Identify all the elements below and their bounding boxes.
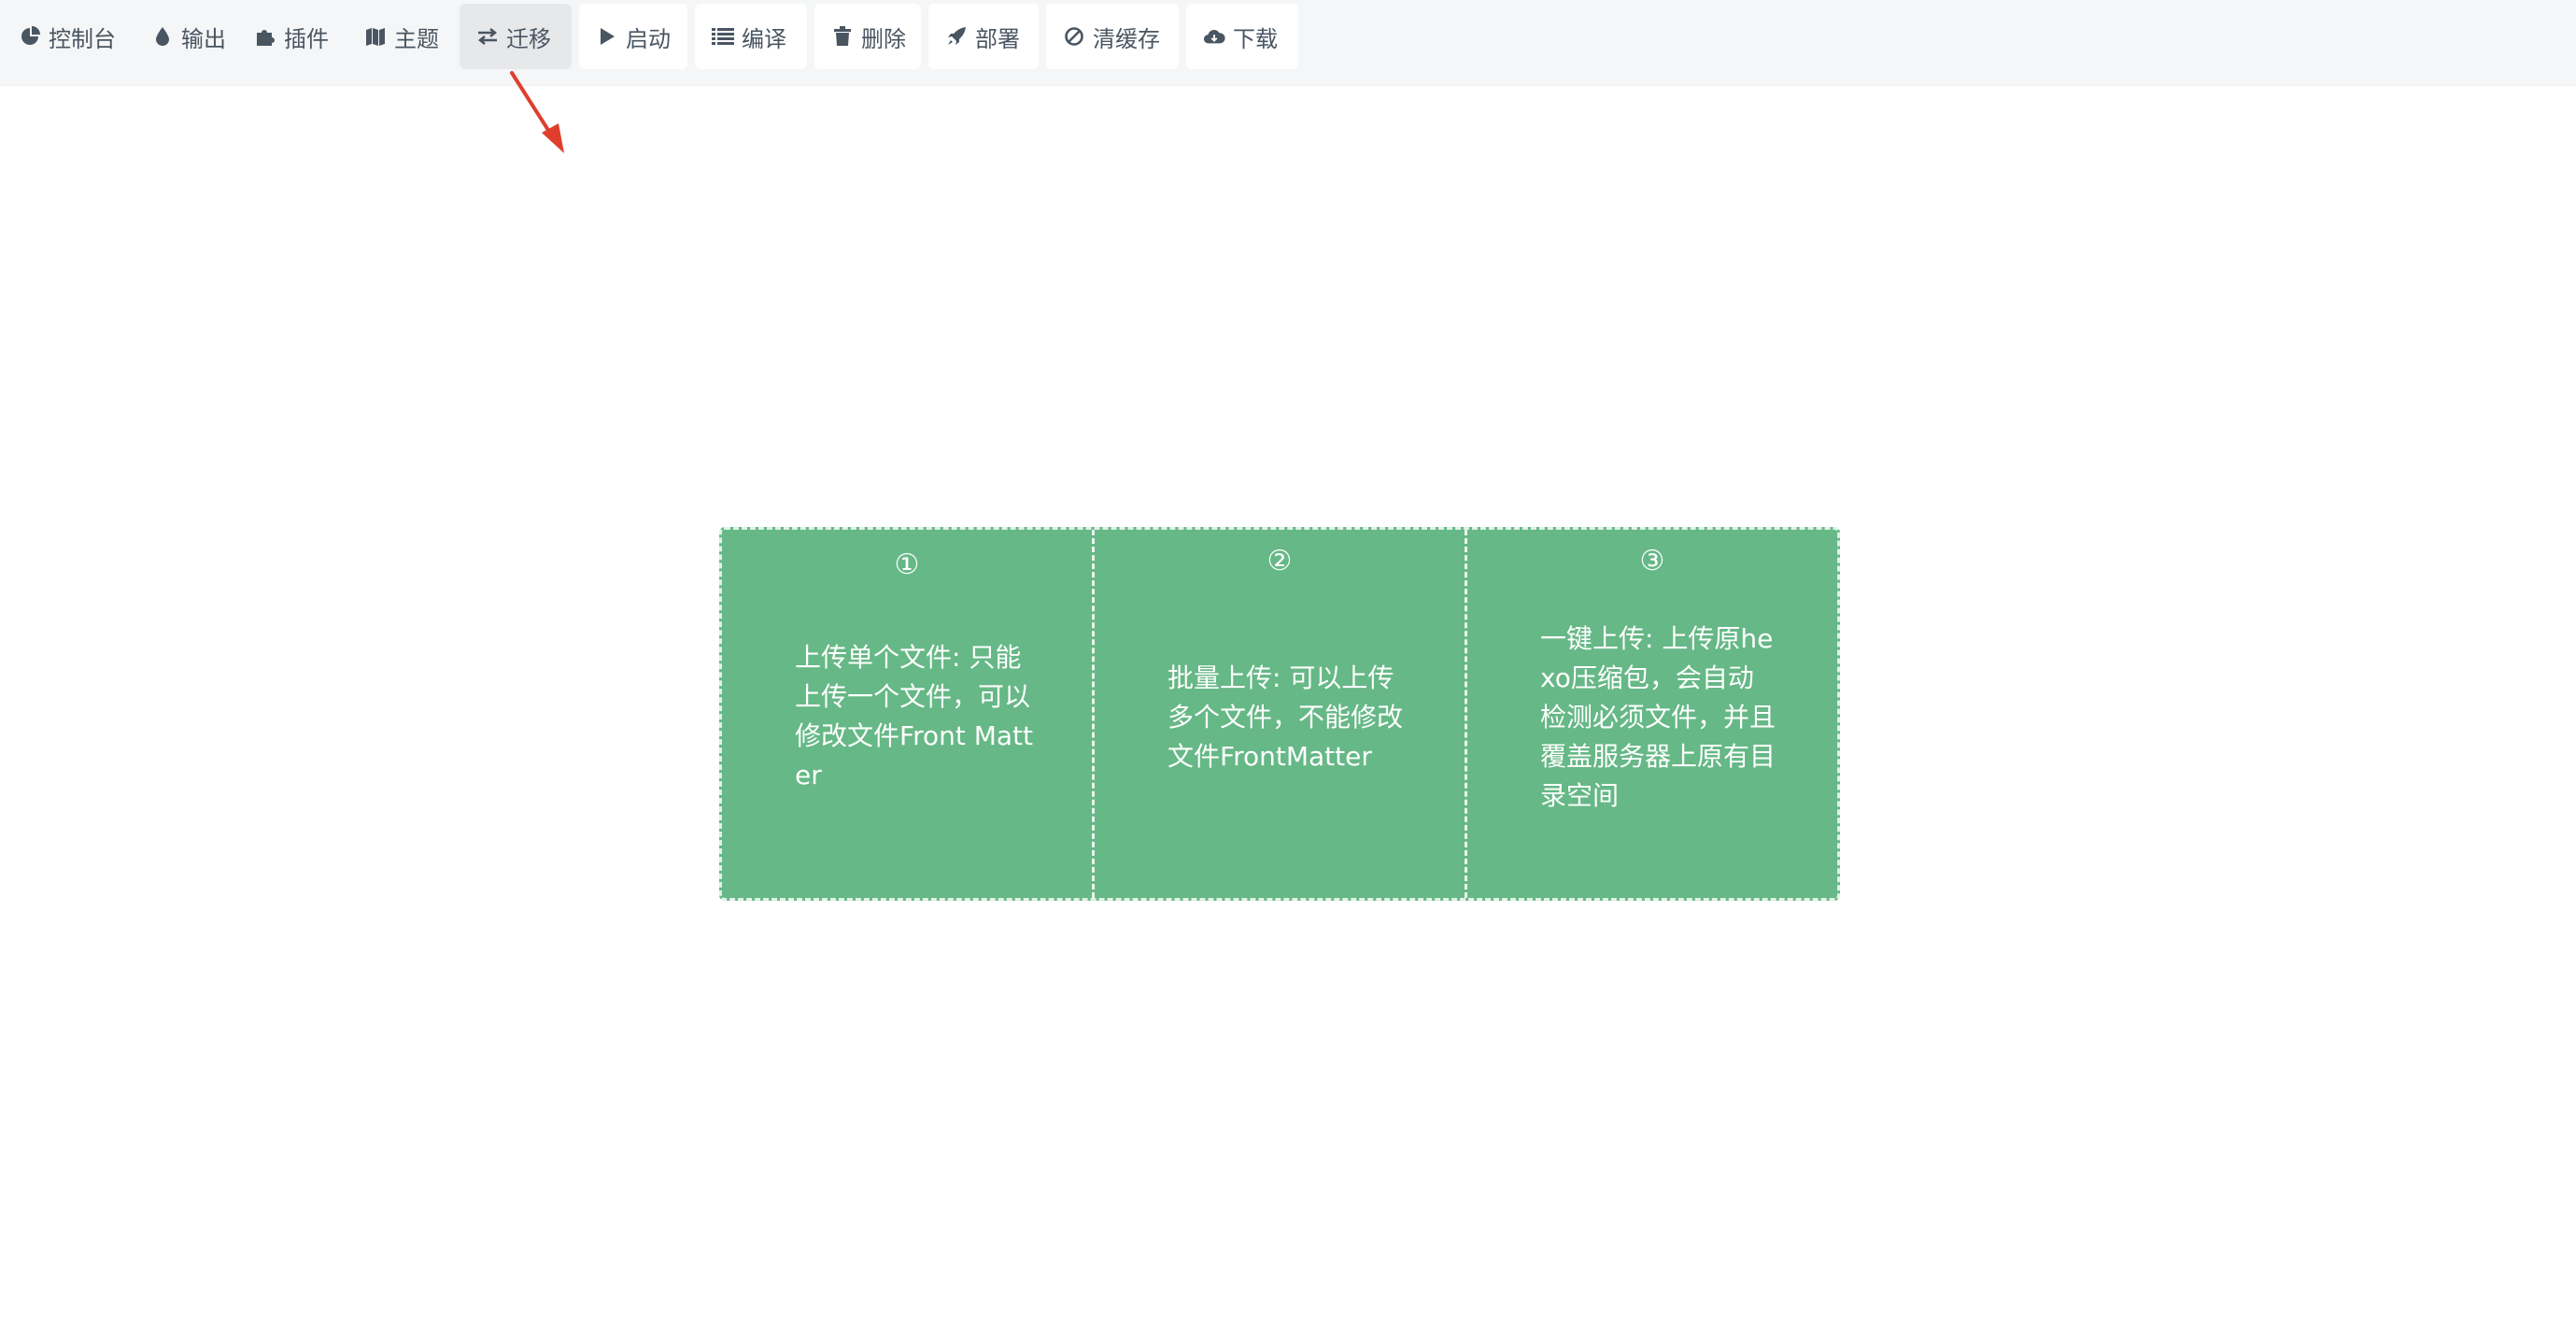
compile-button[interactable]: 编译 [695,4,807,69]
compile-label: 编译 [742,25,786,52]
migrate-label: 迁移 [506,25,551,52]
droplet-icon [151,25,174,48]
card-description: 批量上传: 可以上传多个文件，不能修改文件FrontMatter [1168,662,1404,772]
single-file-upload-card[interactable]: ① 上传单个文件: 只能上传一个文件，可以修改文件Front Matter [722,530,1092,898]
delete-button[interactable]: 删除 [814,4,921,69]
themes-button[interactable]: 主题 [347,4,445,69]
start-label: 启动 [626,25,671,52]
cloud-download-icon [1203,25,1225,48]
start-button[interactable]: 启动 [579,4,687,69]
annotation-arrow [510,71,564,153]
plugins-label: 插件 [284,25,329,52]
map-icon [364,25,387,48]
card-description: 一键上传: 上传原hexo压缩包，会自动检测必须文件，并且覆盖服务器上原有目录空… [1540,623,1776,811]
themes-label: 主题 [394,25,439,52]
clear-cache-label: 清缓存 [1093,25,1160,52]
one-click-upload-card[interactable]: ③ 一键上传: 上传原hexo压缩包，会自动检测必须文件，并且覆盖服务器上原有目… [1465,530,1837,898]
card-description: 上传单个文件: 只能上传一个文件，可以修改文件Front Matter [795,642,1033,790]
toolbar: 控制台 输出 插件 主题 迁移 启动 编译 删除 部署 清缓存 下载 [0,0,2576,86]
exchange-icon [476,25,499,48]
clear-cache-button[interactable]: 清缓存 [1046,4,1179,69]
deploy-label: 部署 [975,25,1020,52]
batch-upload-card[interactable]: ② 批量上传: 可以上传多个文件，不能修改文件FrontMatter [1092,530,1465,898]
dashboard-icon [19,25,41,48]
plugins-button[interactable]: 插件 [237,4,334,69]
upload-options-panel: ① 上传单个文件: 只能上传一个文件，可以修改文件Front Matter ② … [719,527,1840,901]
delete-label: 删除 [861,25,906,52]
migrate-button[interactable]: 迁移 [460,4,572,69]
dashboard-label: 控制台 [49,25,116,52]
deploy-button[interactable]: 部署 [928,4,1039,69]
download-button[interactable]: 下载 [1186,4,1298,69]
card-number: ① [894,548,920,581]
card-number: ③ [1639,545,1665,577]
trash-icon [831,25,854,48]
rocket-icon [945,25,968,48]
output-label: 输出 [181,25,226,52]
puzzle-icon [254,25,276,48]
list-icon [712,25,734,48]
download-label: 下载 [1233,25,1278,52]
card-number: ② [1267,545,1293,577]
output-button[interactable]: 输出 [134,4,228,69]
ban-icon [1063,25,1085,48]
dashboard-button[interactable]: 控制台 [2,4,121,69]
play-icon [596,25,618,48]
